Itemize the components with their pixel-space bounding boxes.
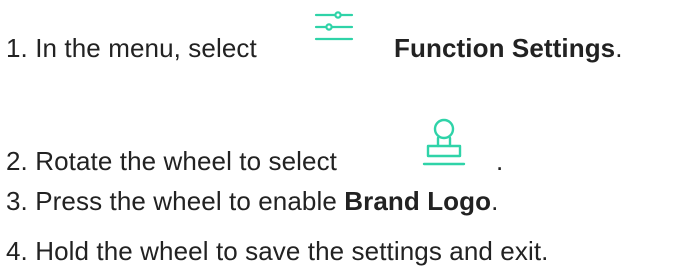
step-4: 4. Hold the wheel to save the settings a… xyxy=(6,236,548,266)
function-settings-label: Function Settings. xyxy=(394,33,623,63)
step-1-number: 1. xyxy=(6,33,28,63)
step-4-number: 4. xyxy=(6,236,28,266)
step-3-text: Press the wheel to enable xyxy=(35,186,337,216)
step-3-number: 3. xyxy=(6,186,28,216)
step-3: 3. Press the wheel to enable Brand Logo. xyxy=(6,186,498,216)
step-2: 2. Rotate the wheel to select xyxy=(6,146,337,176)
brand-logo-text: Brand Logo xyxy=(344,186,492,216)
brand-logo-stamp-icon xyxy=(422,118,466,166)
step-1-text: In the menu, select xyxy=(35,33,257,63)
step-2-period: . xyxy=(496,146,504,176)
step-1-period: . xyxy=(615,33,623,63)
function-settings-sliders-icon xyxy=(314,11,354,41)
step-4-text: Hold the wheel to save the settings and … xyxy=(35,236,549,266)
step-3-period: . xyxy=(491,186,499,216)
step-2-text: Rotate the wheel to select xyxy=(35,146,337,176)
step-1: 1. In the menu, select xyxy=(6,33,257,63)
step-2-number: 2. xyxy=(6,146,28,176)
function-settings-text: Function Settings xyxy=(394,33,616,63)
